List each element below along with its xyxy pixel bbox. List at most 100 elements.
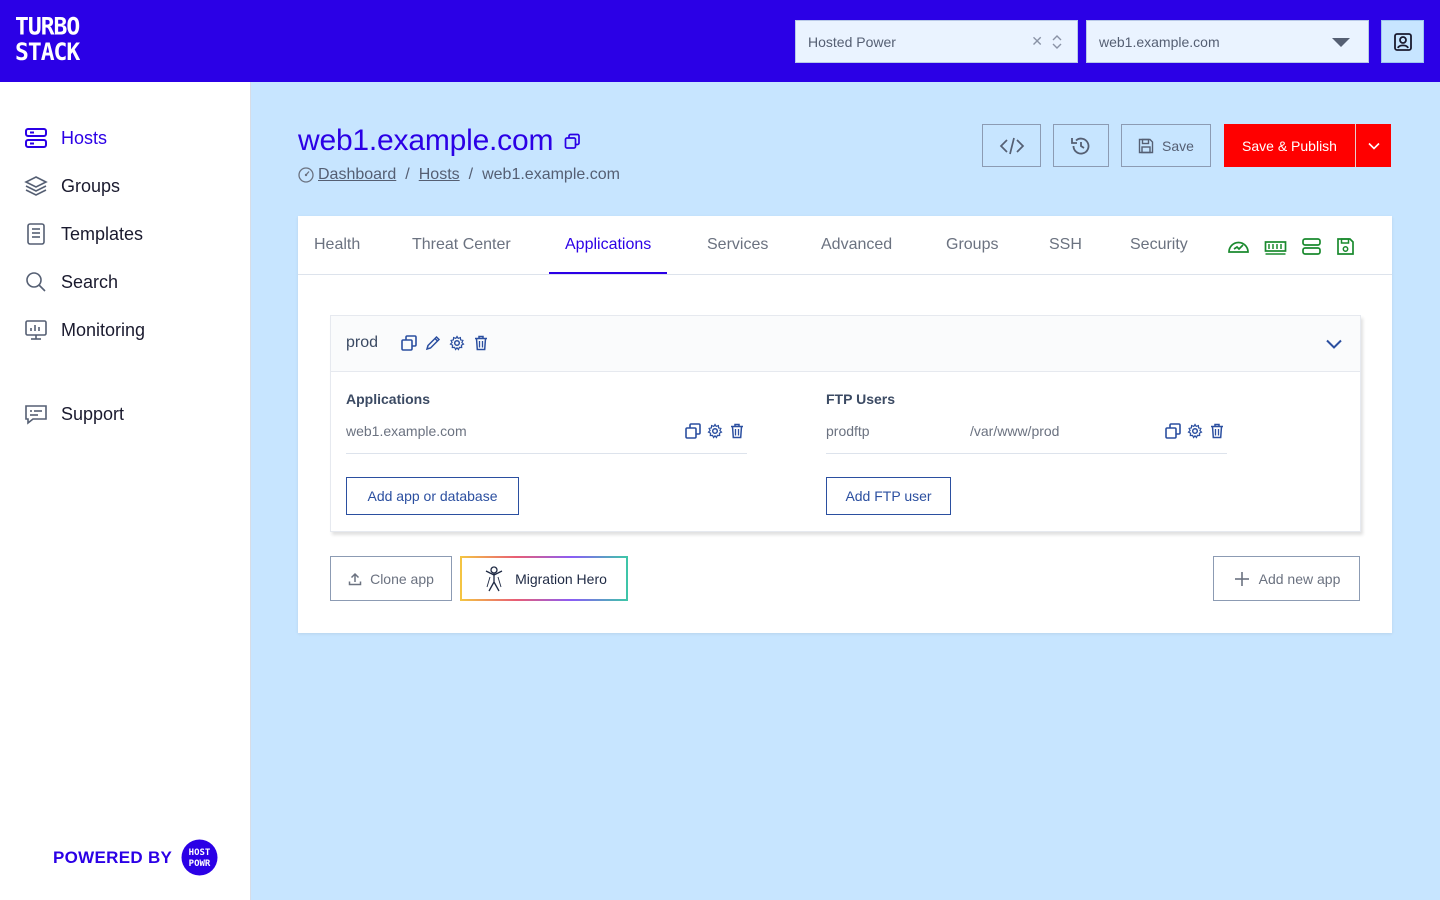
environment-name: prod: [346, 334, 379, 351]
hero-figure-icon: [485, 565, 503, 591]
breadcrumb-hosts[interactable]: Hosts: [419, 166, 460, 184]
environment-actions: [401, 335, 489, 351]
tab-bar: Health Threat Center Applications Servic…: [298, 216, 1392, 275]
user-profile-icon: [1393, 32, 1412, 51]
plus-icon: [1234, 571, 1249, 586]
add-ftp-user-button[interactable]: Add FTP user: [826, 477, 951, 515]
tab-advanced[interactable]: Advanced: [805, 216, 908, 274]
save-label: Save: [1162, 137, 1194, 154]
gear-icon[interactable]: [707, 423, 723, 439]
host-card: Health Threat Center Applications Servic…: [298, 216, 1392, 633]
breadcrumb-separator: /: [405, 166, 410, 183]
sidebar-item-label: Support: [61, 403, 125, 424]
copy-icon[interactable]: [401, 335, 417, 351]
copy-icon[interactable]: [685, 423, 701, 439]
list-item: prodftp /var/www/prod: [826, 420, 1227, 454]
caret-down-icon: [1332, 38, 1350, 47]
memory-icon[interactable]: [1264, 237, 1287, 256]
sidebar-item-label: Templates: [61, 223, 144, 244]
application-name[interactable]: web1.example.com: [346, 423, 467, 439]
environment-block: prod Applications web1.example.com Add a…: [330, 315, 1361, 532]
trash-icon[interactable]: [473, 335, 489, 351]
svg-text:POWR: POWR: [189, 859, 211, 869]
save-publish-label: Save & Publish: [1242, 137, 1337, 154]
sidebar-item-label: Search: [61, 271, 119, 292]
ftp-path: /var/www/prod: [970, 423, 1060, 439]
breadcrumb-dashboard[interactable]: Dashboard: [318, 166, 396, 184]
tab-groups[interactable]: Groups: [930, 216, 1014, 274]
profile-button[interactable]: [1381, 20, 1424, 63]
sidebar-item-templates[interactable]: Templates: [24, 219, 143, 249]
tab-health[interactable]: Health: [298, 216, 376, 274]
tab-applications[interactable]: Applications: [549, 216, 668, 274]
close-icon[interactable]: ✕: [1031, 33, 1043, 50]
trash-icon[interactable]: [1209, 423, 1225, 439]
server-stack-icon: [25, 128, 47, 148]
save-publish-button[interactable]: Save & Publish: [1224, 124, 1355, 167]
breadcrumb-current: web1.example.com: [482, 166, 620, 183]
tab-threat-center[interactable]: Threat Center: [396, 216, 527, 274]
powered-by-label: POWERED BY: [53, 847, 173, 867]
copy-icon[interactable]: [1165, 423, 1181, 439]
ftp-users-heading: FTP Users: [826, 391, 895, 407]
dashboard-gauge-icon: [298, 167, 314, 183]
sidebar-item-hosts[interactable]: Hosts: [24, 123, 107, 153]
tab-ssh[interactable]: SSH: [1033, 216, 1098, 274]
layers-icon: [24, 176, 48, 196]
ftp-user-actions: [1165, 423, 1225, 439]
add-new-app-label: Add new app: [1258, 570, 1341, 587]
top-bar: TURBO STACK Hosted Power ✕ web1.example.…: [0, 0, 1440, 82]
sidebar-item-label: Groups: [61, 175, 121, 196]
floppy-save-icon[interactable]: [1334, 237, 1357, 256]
sidebar-item-search[interactable]: Search: [24, 267, 118, 297]
organization-select[interactable]: Hosted Power ✕: [795, 20, 1078, 63]
history-button[interactable]: [1053, 124, 1109, 167]
sidebar-item-label: Monitoring: [61, 319, 146, 340]
clone-app-button[interactable]: Clone app: [330, 556, 452, 601]
tab-services[interactable]: Services: [691, 216, 784, 274]
code-icon: [999, 137, 1024, 154]
migration-hero-button[interactable]: Migration Hero: [460, 556, 628, 601]
history-icon: [1071, 137, 1090, 154]
sidebar-item-support[interactable]: Support: [24, 399, 124, 429]
applications-heading: Applications: [346, 391, 431, 407]
host-select[interactable]: web1.example.com: [1086, 20, 1369, 63]
page-title: web1.example.com: [298, 124, 554, 157]
gear-icon[interactable]: [449, 335, 465, 351]
add-app-or-database-button[interactable]: Add app or database: [346, 477, 519, 515]
environment-header[interactable]: prod: [331, 316, 1360, 372]
host-select-value: web1.example.com: [1099, 33, 1220, 50]
document-icon: [27, 223, 45, 245]
dashboard-gauge-icon[interactable]: [1227, 237, 1250, 256]
tab-security[interactable]: Security: [1114, 216, 1204, 274]
breadcrumb-separator: /: [468, 166, 474, 183]
search-icon: [26, 272, 46, 292]
hosted-power-logo[interactable]: HOSTPOWR: [181, 839, 218, 876]
powered-by: POWERED BY HOST POWR: [53, 839, 218, 876]
chevron-up-down-icon: [1052, 35, 1062, 49]
turbostack-logo[interactable]: TURBO STACK: [15, 15, 80, 68]
trash-icon[interactable]: [729, 423, 745, 439]
add-new-app-button[interactable]: Add new app: [1213, 556, 1360, 601]
gear-icon[interactable]: [1187, 423, 1203, 439]
sidebar-item-groups[interactable]: Groups: [24, 171, 120, 201]
page-heading: web1.example.com: [298, 124, 581, 158]
application-actions: [685, 423, 745, 439]
floppy-save-icon: [1138, 138, 1154, 153]
sidebar-item-monitoring[interactable]: Monitoring: [24, 315, 145, 345]
pencil-edit-icon[interactable]: [425, 335, 441, 351]
copy-icon[interactable]: [564, 133, 581, 150]
svg-text:HOST: HOST: [189, 848, 211, 858]
chevron-down-icon[interactable]: [1324, 334, 1344, 354]
support-chat-icon: [25, 405, 47, 425]
monitor-icon: [25, 320, 47, 340]
server-icon[interactable]: [1300, 237, 1323, 256]
publish-options-button[interactable]: [1355, 124, 1391, 167]
save-button[interactable]: Save: [1121, 124, 1211, 167]
code-view-button[interactable]: [982, 124, 1041, 167]
chevron-down-icon: [1367, 142, 1380, 150]
breadcrumb: Dashboard / Hosts / web1.example.com: [298, 166, 620, 184]
list-item: web1.example.com: [346, 420, 747, 454]
organization-select-value: Hosted Power: [808, 33, 896, 50]
migration-hero-label: Migration Hero: [515, 570, 607, 587]
